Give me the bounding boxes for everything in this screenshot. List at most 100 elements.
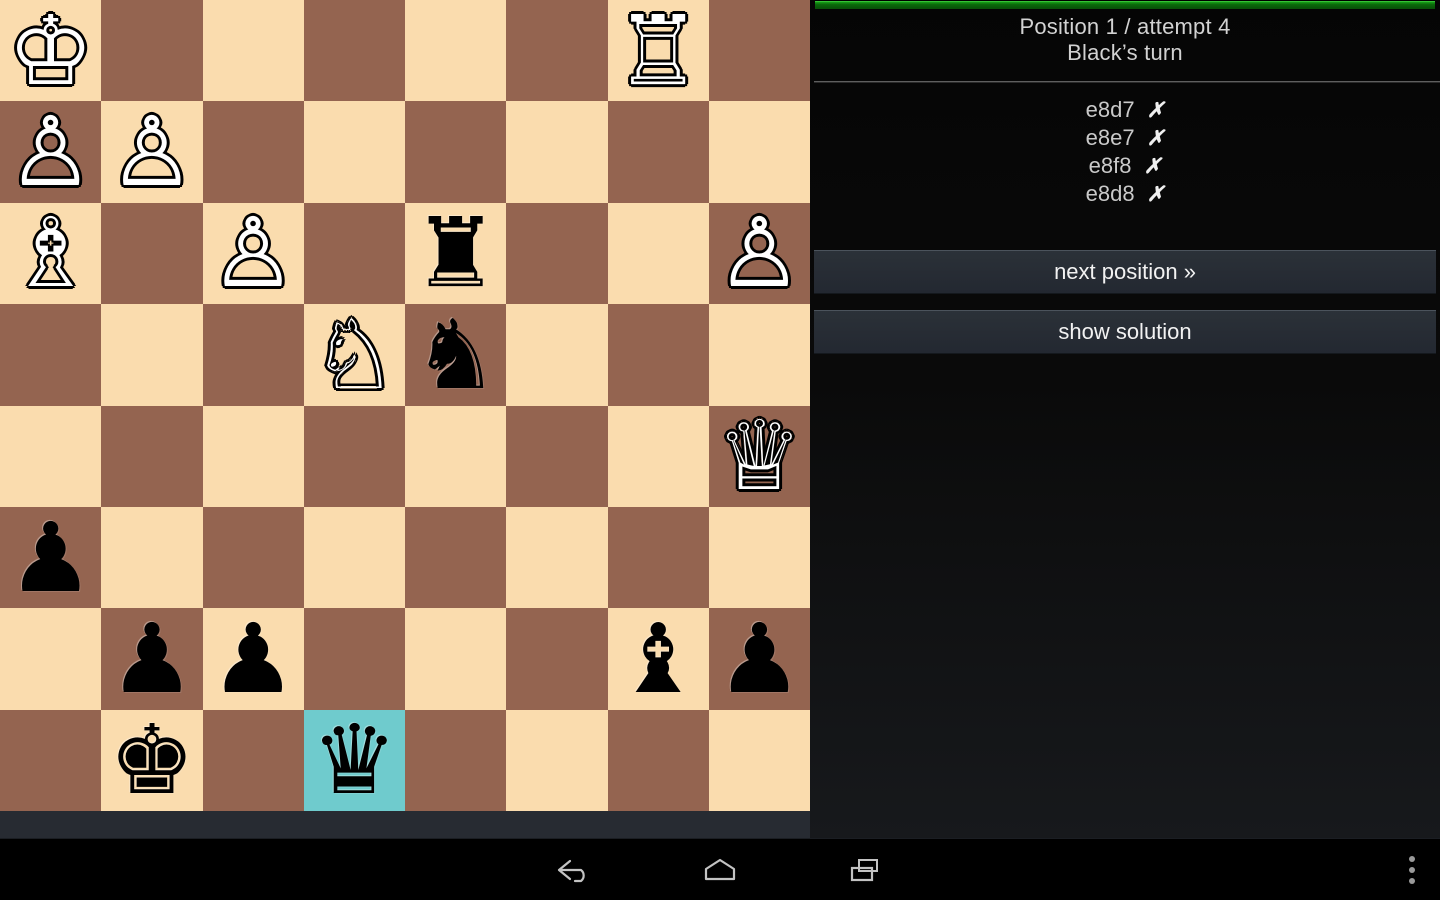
board-square-f7[interactable] [506,101,608,203]
board-square-c8[interactable] [202,0,304,102]
board-square-b5[interactable] [101,304,203,406]
board-square-b1[interactable]: ♚ [101,709,203,811]
board-square-d6[interactable] [303,202,405,305]
board-square-b8[interactable] [101,0,203,102]
board-square-g1[interactable] [607,709,709,811]
board-square-c2[interactable]: ♟ [202,608,304,710]
black-pawn-on-h2[interactable]: ♟ [716,611,802,707]
chessboard[interactable]: ♔ ♖ ♙ ♙ ♗ ♙ ♜ ♙ ♘ ♞ ♕ ♟ ♟ ♟ ♝ ♟ ♚ ♛ [0,0,810,811]
board-square-a7[interactable]: ♙ [0,101,102,203]
black-knight-on-e5[interactable]: ♞ [413,307,499,403]
board-square-h6[interactable]: ♙ [708,202,810,305]
board-square-c6[interactable]: ♙ [202,202,304,305]
board-square-f5[interactable] [506,304,608,406]
board-square-h5[interactable] [708,304,810,406]
black-pawn-on-b2[interactable]: ♟ [109,611,195,707]
white-king-on-a8[interactable]: ♔ [8,3,94,99]
board-square-d4[interactable] [303,405,405,507]
board-square-b3[interactable] [101,506,203,609]
board-square-g5[interactable] [607,304,709,406]
board-square-a3[interactable]: ♟ [0,506,102,609]
board-square-h3[interactable] [708,506,810,609]
board-square-d2[interactable] [303,608,405,710]
board-square-a2[interactable] [0,608,102,710]
board-square-f4[interactable] [506,405,608,507]
board-square-e6[interactable]: ♜ [405,202,507,305]
wrong-move-cross-icon: ✗ [1143,155,1162,178]
black-pawn-on-c2[interactable]: ♟ [210,611,296,707]
attempted-move-text: e8e7 [1085,125,1147,150]
board-square-d3[interactable] [303,506,405,609]
home-icon[interactable] [675,839,765,900]
board-square-g3[interactable] [607,506,709,609]
board-square-b4[interactable] [101,405,203,507]
wrong-move-cross-icon: ✗ [1146,183,1165,206]
board-square-c5[interactable] [202,304,304,406]
board-square-a1[interactable] [0,709,102,811]
board-square-c3[interactable] [202,506,304,609]
board-square-c7[interactable] [202,101,304,203]
board-square-d5[interactable]: ♘ [303,304,405,406]
board-square-h1[interactable] [708,709,810,811]
board-square-e2[interactable] [405,608,507,710]
white-pawn-on-h6[interactable]: ♙ [716,205,802,301]
wrong-move-cross-icon: ✗ [1146,99,1165,122]
board-square-b6[interactable] [101,202,203,305]
board-square-a4[interactable] [0,405,102,507]
board-square-e8[interactable] [405,0,507,102]
recents-icon[interactable] [820,839,910,900]
board-square-a5[interactable] [0,304,102,406]
board-square-b7[interactable]: ♙ [101,101,203,203]
white-knight-on-d5[interactable]: ♘ [311,307,397,403]
white-pawn-on-c6[interactable]: ♙ [210,205,296,301]
board-square-h8[interactable] [708,0,810,102]
white-queen-on-h4[interactable]: ♕ [716,408,802,504]
show-solution-button[interactable]: show solution [814,310,1436,354]
board-square-g7[interactable] [607,101,709,203]
black-pawn-on-a3[interactable]: ♟ [8,510,94,606]
board-square-g2[interactable]: ♝ [607,608,709,710]
white-bishop-on-a6[interactable]: ♗ [8,205,94,301]
board-square-e5[interactable]: ♞ [405,304,507,406]
board-square-e7[interactable] [405,101,507,203]
board-square-a6[interactable]: ♗ [0,202,102,305]
black-queen-on-d1[interactable]: ♛ [311,712,397,808]
board-square-e1[interactable] [405,709,507,811]
white-rook-on-g8[interactable]: ♖ [615,3,701,99]
board-square-f1[interactable] [506,709,608,811]
board-square-f8[interactable] [506,0,608,102]
black-king-on-b1[interactable]: ♚ [109,712,195,808]
chessboard-area: ♔ ♖ ♙ ♙ ♗ ♙ ♜ ♙ ♘ ♞ ♕ ♟ ♟ ♟ ♝ ♟ ♚ ♛ [0,0,810,838]
board-square-h2[interactable]: ♟ [708,608,810,710]
board-square-d8[interactable] [303,0,405,102]
position-attempt-label: Position 1 / attempt 4 [1019,14,1231,39]
board-square-h4[interactable]: ♕ [708,405,810,507]
board-square-g4[interactable] [607,405,709,507]
board-square-g6[interactable] [607,202,709,305]
side-panel: Position 1 / attempt 4 Black’s turn e8d7… [810,0,1440,838]
board-square-d1[interactable]: ♛ [303,709,405,811]
board-square-d7[interactable] [303,101,405,203]
turn-label: Black’s turn [1067,40,1183,65]
panel-buttons: next position » show solution [814,250,1436,370]
board-square-h7[interactable] [708,101,810,203]
board-square-f2[interactable] [506,608,608,710]
board-square-c4[interactable] [202,405,304,507]
black-bishop-on-g2[interactable]: ♝ [615,611,701,707]
next-position-button[interactable]: next position » [814,250,1436,294]
android-navigation-bar [0,838,1440,900]
white-pawn-on-b7[interactable]: ♙ [109,104,195,200]
overflow-menu-icon[interactable] [1392,839,1432,900]
board-square-e4[interactable] [405,405,507,507]
board-square-a8[interactable]: ♔ [0,0,102,102]
board-square-e3[interactable] [405,506,507,609]
overflow-dot [1409,867,1415,873]
board-square-f3[interactable] [506,506,608,609]
board-square-g8[interactable]: ♖ [607,0,709,102]
board-square-b2[interactable]: ♟ [101,608,203,710]
back-icon[interactable] [530,839,620,900]
black-rook-on-e6[interactable]: ♜ [413,205,499,301]
white-pawn-on-a7[interactable]: ♙ [8,104,94,200]
board-square-f6[interactable] [506,202,608,305]
board-square-c1[interactable] [202,709,304,811]
